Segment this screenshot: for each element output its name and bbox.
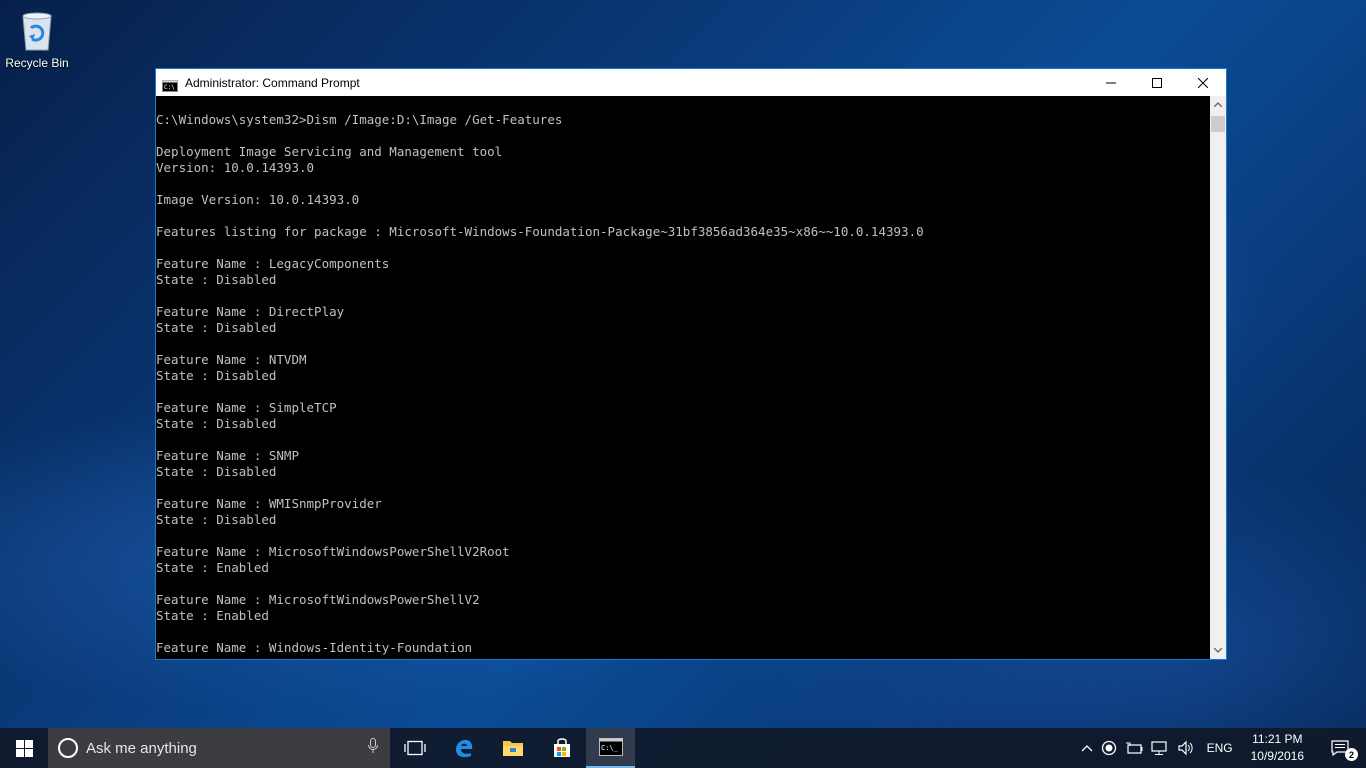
cortana-icon	[58, 738, 78, 758]
cortana-search-box[interactable]: Ask me anything	[48, 728, 390, 768]
recycle-bin-icon	[17, 6, 57, 54]
cmd-app-icon: C:\	[162, 77, 178, 92]
microphone-icon[interactable]	[368, 738, 378, 758]
clock-time: 11:21 PM	[1252, 732, 1303, 746]
scroll-down-button[interactable]	[1210, 642, 1226, 659]
network-tray-button[interactable]	[1147, 728, 1173, 768]
window-title: Administrator: Command Prompt	[185, 75, 360, 90]
speaker-icon	[1177, 740, 1193, 756]
console-output-area[interactable]: C:\Windows\system32>Dism /Image:D:\Image…	[156, 96, 1210, 659]
edge-browser-button[interactable]	[439, 728, 488, 768]
svg-text:C:\: C:\	[164, 84, 175, 91]
scroll-up-button[interactable]	[1210, 96, 1226, 113]
maximize-button[interactable]	[1134, 69, 1180, 96]
command-prompt-window[interactable]: C:\ Administrator: Command Prompt C:\Win…	[155, 68, 1227, 660]
store-bag-icon	[553, 738, 570, 757]
system-tray: ENG 11:21 PM 10/9/2016 2	[1077, 728, 1366, 768]
chevron-up-icon	[1081, 745, 1093, 752]
close-icon	[1198, 77, 1208, 88]
close-button[interactable]	[1180, 69, 1226, 96]
console-scrollbar[interactable]	[1210, 96, 1226, 659]
cmd-icon: C:\_	[598, 738, 623, 756]
notification-count-badge: 2	[1345, 748, 1358, 761]
power-tray-button[interactable]	[1121, 728, 1147, 768]
record-circle-icon	[1101, 740, 1116, 756]
clock[interactable]: 11:21 PM 10/9/2016	[1241, 728, 1314, 768]
chevron-down-icon	[1214, 648, 1222, 653]
input-language-indicator[interactable]: ENG	[1199, 728, 1241, 768]
scrollbar-thumb[interactable]	[1211, 116, 1225, 132]
console-text: C:\Windows\system32>Dism /Image:D:\Image…	[156, 112, 924, 655]
show-hidden-icons-button[interactable]	[1077, 728, 1097, 768]
recycle-bin-label: Recycle Bin	[5, 56, 69, 70]
clock-date: 10/9/2016	[1250, 749, 1304, 763]
folder-icon	[502, 741, 523, 756]
minimize-icon	[1106, 82, 1116, 83]
svg-text:C:\_: C:\_	[601, 744, 619, 752]
minimize-button[interactable]	[1088, 69, 1134, 96]
action-center-button[interactable]: 2	[1314, 728, 1366, 768]
start-button[interactable]	[0, 728, 48, 768]
file-explorer-button[interactable]	[488, 728, 537, 768]
record-tray-button[interactable]	[1097, 728, 1121, 768]
chevron-up-icon	[1214, 102, 1222, 107]
task-view-button[interactable]	[390, 728, 439, 768]
search-placeholder: Ask me anything	[86, 739, 197, 757]
maximize-icon	[1152, 77, 1162, 88]
window-titlebar[interactable]: C:\ Administrator: Command Prompt	[156, 69, 1226, 96]
battery-plug-icon	[1125, 742, 1143, 754]
edge-icon	[455, 739, 472, 758]
taskbar: Ask me anything C:\_ ENG 11:21 PM 10/9/2…	[0, 728, 1366, 768]
volume-tray-button[interactable]	[1173, 728, 1199, 768]
command-prompt-taskbar-button[interactable]: C:\_	[586, 728, 635, 768]
store-button[interactable]	[537, 728, 586, 768]
task-view-icon	[403, 740, 426, 756]
windows-logo-icon	[15, 739, 33, 757]
network-icon	[1150, 741, 1167, 755]
recycle-bin-desktop-icon[interactable]: Recycle Bin	[4, 6, 70, 70]
